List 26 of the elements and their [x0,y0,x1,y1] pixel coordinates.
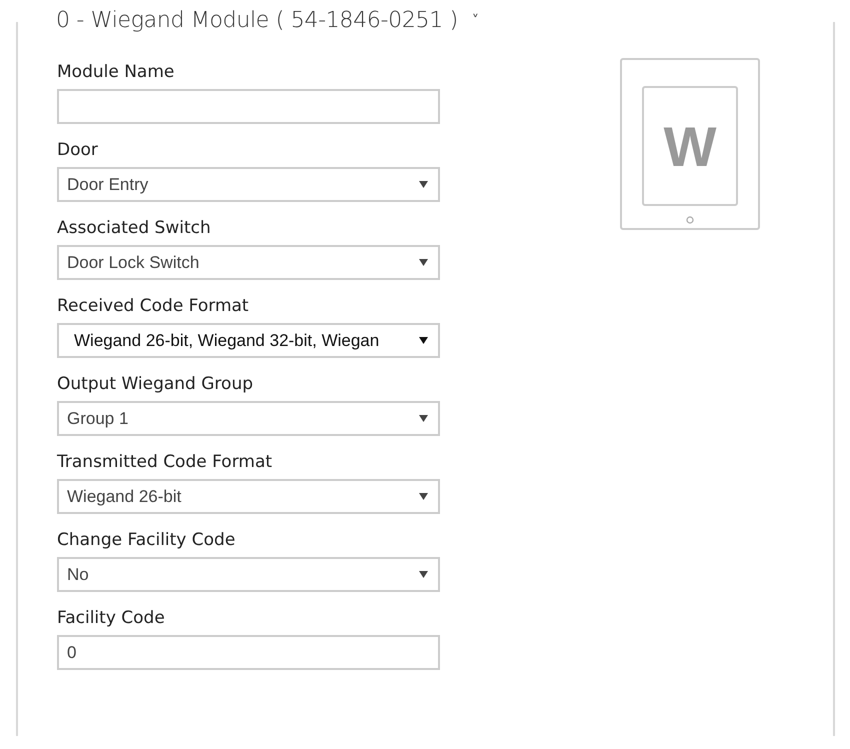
dropdown[interactable]: Door Entry [57,167,440,202]
caret-icon [419,415,428,422]
caret-icon [419,259,428,266]
dropdown[interactable]: No [57,557,440,592]
caret-icon [419,571,428,578]
dropdown[interactable]: Wiegand 26-bit, Wiegand 32-bit, Wiegan [57,323,440,358]
caret-icon [419,181,428,188]
section-title: 0 - Wiegand Module ( 54-1846-0251 ) [56,8,458,33]
field-label: Module Name [57,62,176,82]
field-label: Transmitted Code Format [57,452,274,472]
field-label: Facility Code [57,608,166,628]
field-label: Received Code Format [57,296,250,316]
module-letter: W [664,114,716,178]
button-dot-icon [686,216,694,224]
dropdown[interactable]: Door Lock Switch [57,245,440,280]
field-label: Door [57,140,99,160]
field-label: Change Facility Code [57,530,236,550]
field-label: Associated Switch [57,218,212,238]
field-label: Output Wiegand Group [57,374,254,394]
dropdown[interactable]: Wiegand 26-bit [57,479,440,514]
collapse-toggle[interactable]: ˅ [472,12,479,28]
caret-icon [419,493,428,500]
caret-icon [419,337,428,344]
input-field[interactable]: 0 [57,635,440,670]
dropdown[interactable]: Group 1 [57,401,440,436]
input-field[interactable] [57,89,440,124]
